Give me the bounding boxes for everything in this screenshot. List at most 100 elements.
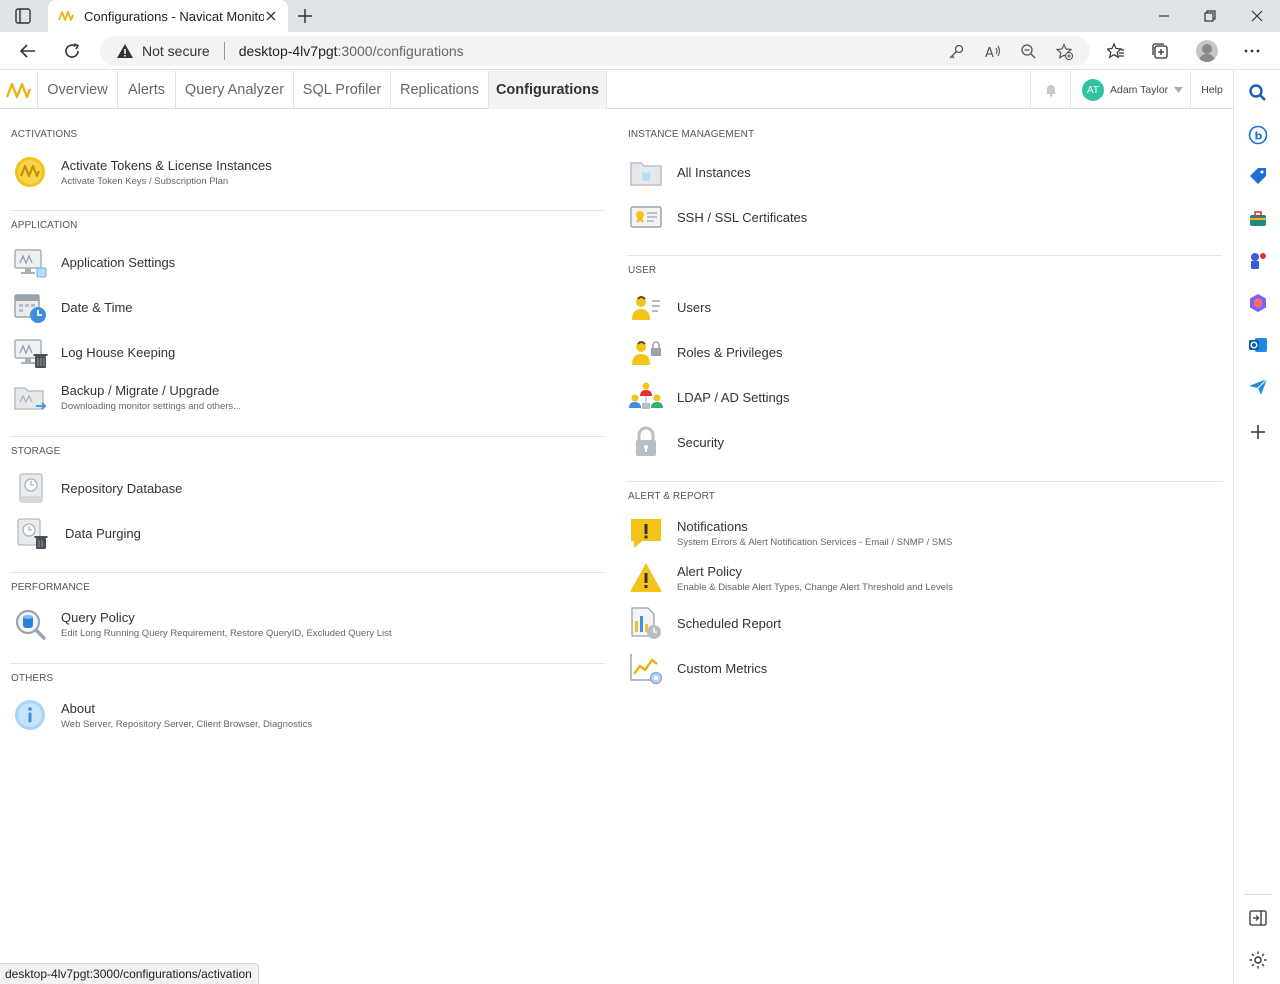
section-divider — [10, 210, 605, 211]
send-icon[interactable] — [1248, 377, 1268, 397]
user-menu[interactable]: AT Adam Taylor — [1070, 71, 1190, 109]
top-navigation: Overview Alerts Query Analyzer SQL Profi… — [0, 71, 1233, 109]
calendar-clock-icon — [14, 294, 46, 323]
config-item-users[interactable]: Users — [628, 287, 711, 327]
item-label: Backup / Migrate / Upgrade — [61, 382, 220, 398]
section-title-performance: PERFORMANCE — [11, 582, 90, 593]
config-item-log-housekeeping[interactable]: Log House Keeping — [12, 332, 175, 372]
sidebar-divider — [1244, 894, 1272, 895]
item-description: Activate Token Keys / Subscription Plan — [61, 175, 229, 187]
tab-replications[interactable]: Replications — [390, 71, 488, 109]
address-bar[interactable]: Not secure desktop-4lv7pgt:3000/configur… — [100, 36, 1090, 66]
tab-query-analyzer[interactable]: Query Analyzer — [175, 71, 293, 109]
config-item-ldap-ad-settings[interactable]: LDAP / AD Settings — [628, 377, 790, 417]
collections-icon[interactable] — [1151, 42, 1169, 60]
folder-backup-icon — [14, 387, 47, 410]
browser-tab-bar: Configurations - Navicat Monitor — [0, 0, 1280, 32]
settings-gear-icon[interactable] — [1248, 950, 1268, 970]
browser-sidebar: b — [1233, 70, 1280, 984]
add-favorite-icon[interactable] — [1056, 43, 1073, 60]
omnibox-separator — [223, 42, 225, 60]
read-aloud-icon[interactable]: A — [984, 43, 1001, 60]
config-item-scheduled-report[interactable]: Scheduled Report — [628, 603, 781, 643]
add-sidebar-icon[interactable] — [1248, 422, 1268, 442]
user-lock-icon — [632, 341, 661, 365]
config-item-security[interactable]: Security — [628, 422, 724, 462]
section-title-others: OTHERS — [11, 673, 54, 684]
monitor-trash-icon — [14, 339, 48, 368]
config-item-alert-policy[interactable]: Alert Policy Enable & Disable Alert Type… — [628, 558, 953, 598]
tab-sql-profiler[interactable]: SQL Profiler — [293, 71, 390, 109]
warning-triangle-icon — [630, 563, 662, 592]
folder-instances-icon — [630, 162, 662, 186]
notifications-button[interactable] — [1030, 71, 1070, 109]
monitor-settings-icon — [14, 249, 47, 278]
config-item-about[interactable]: About Web Server, Repository Server, Cli… — [12, 695, 312, 735]
magnifier-database-icon — [15, 609, 46, 640]
bing-chat-icon[interactable]: b — [1248, 125, 1268, 145]
outlook-icon[interactable] — [1248, 335, 1268, 355]
item-label: Query Policy — [61, 609, 135, 625]
item-label: Data Purging — [65, 525, 141, 541]
tab-actions-icon[interactable] — [14, 7, 32, 25]
tab-configurations[interactable]: Configurations — [488, 71, 607, 109]
tab-alerts[interactable]: Alerts — [117, 71, 175, 109]
item-label: Activate Tokens & License Instances — [61, 157, 272, 173]
minimize-icon[interactable] — [1156, 8, 1172, 24]
chart-gear-icon — [630, 654, 663, 685]
refresh-icon[interactable] — [63, 42, 81, 60]
bell-icon — [1045, 85, 1056, 97]
config-item-ssh-ssl-certificates[interactable]: SSH / SSL Certificates — [628, 197, 807, 237]
back-icon[interactable] — [19, 42, 37, 60]
tools-briefcase-icon[interactable] — [1248, 209, 1268, 229]
shopping-tag-icon[interactable] — [1248, 167, 1268, 187]
chevron-down-icon — [1174, 87, 1184, 93]
config-item-notifications[interactable]: Notifications System Errors & Alert Noti… — [628, 513, 952, 553]
svg-text:A: A — [985, 46, 994, 60]
config-item-all-instances[interactable]: All Instances — [628, 152, 751, 192]
config-item-activate-tokens[interactable]: Activate Tokens & License Instances Acti… — [12, 152, 272, 192]
config-item-data-purging[interactable]: Data Purging — [12, 513, 141, 553]
restore-icon[interactable] — [1202, 8, 1218, 24]
config-item-roles-privileges[interactable]: Roles & Privileges — [628, 332, 783, 372]
section-title-storage: STORAGE — [11, 446, 61, 457]
browser-tab[interactable]: Configurations - Navicat Monitor — [48, 0, 288, 32]
office-icon[interactable] — [1248, 293, 1268, 313]
navicat-favicon-icon — [58, 11, 74, 21]
section-title-activations: ACTIVATIONS — [11, 129, 78, 140]
navicat-logo-icon[interactable] — [5, 79, 31, 101]
config-item-backup-migrate[interactable]: Backup / Migrate / Upgrade Downloading m… — [12, 377, 241, 417]
favorites-icon[interactable] — [1107, 42, 1125, 60]
config-item-application-settings[interactable]: Application Settings — [12, 242, 175, 282]
tab-overview[interactable]: Overview — [37, 71, 117, 109]
item-label: LDAP / AD Settings — [677, 389, 790, 405]
item-description: Downloading monitor settings and others.… — [61, 400, 242, 412]
profile-avatar[interactable] — [1196, 40, 1218, 62]
close-tab-icon[interactable] — [264, 9, 278, 23]
more-options-icon[interactable] — [1243, 42, 1261, 60]
hide-sidebar-icon[interactable] — [1248, 908, 1268, 928]
database-trash-icon — [17, 518, 48, 549]
games-icon[interactable] — [1248, 251, 1268, 271]
item-label: Scheduled Report — [677, 615, 782, 631]
new-tab-icon[interactable] — [296, 7, 314, 25]
config-item-custom-metrics[interactable]: Custom Metrics — [628, 648, 767, 688]
item-description: System Errors & Alert Notification Servi… — [677, 536, 953, 548]
section-divider — [10, 663, 605, 664]
config-item-date-time[interactable]: Date & Time — [12, 287, 133, 327]
search-icon[interactable] — [1248, 83, 1268, 103]
close-window-icon[interactable] — [1249, 8, 1265, 24]
warning-icon[interactable] — [116, 42, 134, 60]
item-label: Log House Keeping — [61, 344, 176, 360]
item-description: Edit Long Running Query Requirement, Res… — [61, 627, 392, 639]
security-label[interactable]: Not secure — [142, 43, 210, 59]
user-list-icon — [632, 296, 660, 320]
key-icon[interactable] — [948, 43, 965, 60]
config-item-query-policy[interactable]: Query Policy Edit Long Running Query Req… — [12, 604, 392, 644]
help-button[interactable]: Help — [1190, 71, 1233, 109]
item-description: Web Server, Repository Server, Client Br… — [61, 718, 313, 730]
navicat-monitor-app: Overview Alerts Query Analyzer SQL Profi… — [0, 71, 1233, 984]
zoom-out-icon[interactable] — [1020, 43, 1037, 60]
config-item-repository-database[interactable]: Repository Database — [12, 468, 182, 508]
notification-bubble-icon — [631, 519, 661, 548]
